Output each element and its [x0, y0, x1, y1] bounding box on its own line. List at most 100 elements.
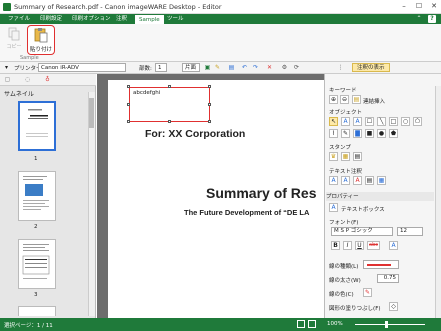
tab-print-options[interactable]: 印刷オプション — [68, 14, 115, 24]
text-link-icon[interactable]: ▦ — [377, 176, 386, 185]
thumbnail-scroll-thumb[interactable] — [89, 98, 94, 128]
resize-handle[interactable] — [208, 85, 211, 88]
duplex-select[interactable]: 片面 — [182, 63, 200, 72]
view-icon[interactable]: ⋮ — [337, 64, 344, 71]
page-setup-icon[interactable]: ▤ — [228, 64, 235, 71]
help-icon[interactable]: ? — [428, 15, 436, 23]
tab-print-settings[interactable]: 印刷設定 — [36, 14, 66, 24]
tab-annotations[interactable]: 注釈 — [112, 14, 131, 24]
toolbar-dropdown-icon[interactable]: ▾ — [3, 64, 10, 71]
maximize-button[interactable]: ☐ — [413, 1, 425, 12]
properties-scrollbar[interactable] — [435, 86, 441, 318]
strikethrough-button[interactable]: abc — [367, 241, 380, 250]
rectangle-tool-icon[interactable]: □ — [389, 117, 398, 126]
font-size-select[interactable]: 12 — [397, 227, 423, 236]
text-note-icon[interactable]: ▤ — [365, 176, 374, 185]
comments-tab-icon[interactable]: ◌ — [24, 76, 31, 83]
resize-handle[interactable] — [208, 103, 211, 106]
callout-tool-icon[interactable]: ☐ — [365, 117, 374, 126]
paste-button[interactable]: 貼り付け — [27, 25, 55, 55]
font-label: フォント(F) — [329, 220, 359, 226]
settings-icon[interactable]: ⚙ — [281, 64, 288, 71]
textbox-tool-icon[interactable]: A — [353, 117, 362, 126]
document-title: Summary of Res — [206, 185, 317, 201]
minimize-button[interactable]: – — [398, 1, 410, 12]
shape-fill-button[interactable]: ◇ — [389, 302, 398, 311]
pen-tool-icon[interactable]: ✎ — [341, 129, 350, 138]
line-tool-icon[interactable]: ╲ — [377, 117, 386, 126]
text-box-content[interactable]: abcdefghi — [133, 90, 160, 96]
line-type-select[interactable] — [363, 260, 399, 269]
undo-icon[interactable]: ↶ — [241, 64, 248, 71]
resize-handle[interactable] — [168, 85, 171, 88]
highlight-tool-icon[interactable]: ▇ — [353, 129, 362, 138]
rotate-icon[interactable]: ⟳ — [293, 64, 300, 71]
text-insert-icon[interactable]: ▤ — [352, 95, 361, 104]
textbox-prop-icon: A — [329, 203, 338, 212]
keyword-tool-icon[interactable]: ⊖ — [340, 95, 349, 104]
zoom-slider-knob[interactable] — [385, 321, 388, 328]
stamp-list-icon[interactable]: ▤ — [353, 152, 362, 161]
text-underline-icon[interactable]: A — [341, 176, 350, 185]
copies-input[interactable]: 1 — [155, 63, 167, 72]
document-page[interactable]: abcdefghi For: XX Corporation Summary of… — [108, 80, 324, 318]
resize-handle[interactable] — [127, 120, 130, 123]
line-width-input[interactable]: 0.75 — [377, 274, 399, 283]
thumbnail-page-2[interactable] — [18, 171, 56, 221]
filled-rect-tool-icon[interactable]: ■ — [365, 129, 374, 138]
underline-button[interactable]: U — [355, 241, 364, 250]
text-annotation-section-title: テキスト注釈 — [329, 169, 362, 175]
print-toolbar: ▾ プリンター: Canon iR-ADV 部数: 1 片面 ▣ ✎ ▤ ↶ ↷… — [0, 62, 441, 74]
font-color-button[interactable]: A — [389, 241, 398, 250]
delete-icon[interactable]: ✕ — [266, 64, 273, 71]
pages-tab-icon[interactable]: ▢ — [4, 76, 11, 83]
thumbnail-page-4[interactable] — [18, 306, 56, 316]
resize-handle[interactable] — [127, 85, 130, 88]
text-insert-button[interactable]: 連結挿入 — [363, 97, 385, 105]
resize-handle[interactable] — [208, 120, 211, 123]
stamp-tool-icon[interactable]: ♛ — [329, 152, 338, 161]
zoom-level: 100% — [327, 321, 343, 327]
close-button[interactable]: ✕ — [428, 1, 440, 12]
text-strike-icon[interactable]: A — [353, 176, 362, 185]
filled-polygon-tool-icon[interactable]: ⬟ — [389, 129, 398, 138]
document-for-line: For: XX Corporation — [145, 128, 246, 140]
resize-handle[interactable] — [127, 103, 130, 106]
keyword-tool-icon[interactable]: ⊕ — [329, 95, 338, 104]
resize-handle[interactable] — [168, 120, 171, 123]
text-highlight-icon[interactable]: A — [329, 176, 338, 185]
pen-icon[interactable]: ✎ — [214, 64, 221, 71]
polygon-tool-icon[interactable]: ⬠ — [413, 117, 422, 126]
bold-button[interactable]: B — [331, 241, 340, 250]
italic-button[interactable]: I — [343, 241, 352, 250]
stamp-image-icon[interactable]: ▦ — [341, 152, 350, 161]
text-tool-icon[interactable]: A — [341, 117, 350, 126]
copy-button[interactable]: コピー — [4, 27, 24, 57]
show-annotations-toggle[interactable]: 注釈の表示 — [352, 63, 390, 72]
printer-select[interactable]: Canon iR-ADV — [38, 63, 126, 72]
thumbnail-page-1[interactable] — [18, 101, 56, 151]
two-page-view-icon[interactable] — [308, 320, 316, 328]
print-icon[interactable]: ▣ — [204, 64, 211, 71]
search-tab-icon[interactable]: ♁ — [44, 76, 51, 83]
properties-panel: キーワード ⊕ ⊖ ▤ 連結挿入 オブジェクト ↖ A A ☐ ╲ □ ○ ⬠ … — [324, 74, 441, 318]
stamp-section-title: スタンプ — [329, 145, 351, 151]
property-section-title: プロパティー — [326, 192, 434, 201]
line-color-label: 線の色(C) — [329, 292, 354, 298]
selected-text-box[interactable]: abcdefghi — [129, 87, 210, 122]
single-page-view-icon[interactable] — [297, 320, 305, 328]
tab-tools[interactable]: ツール — [163, 14, 188, 24]
zoom-slider[interactable] — [355, 324, 425, 325]
line-color-button[interactable]: ✎ — [363, 288, 372, 297]
polyline-tool-icon[interactable]: ⌇ — [329, 129, 338, 138]
collapse-ribbon-icon[interactable]: ⌃ — [415, 15, 423, 23]
font-family-select[interactable]: M S P ゴシック — [331, 227, 393, 236]
tab-file[interactable]: ファイル — [4, 14, 34, 24]
ellipse-tool-icon[interactable]: ○ — [401, 117, 410, 126]
filled-ellipse-tool-icon[interactable]: ● — [377, 129, 386, 138]
thumbnail-page-3[interactable] — [18, 239, 56, 289]
select-tool-icon[interactable]: ↖ — [329, 117, 338, 126]
redo-icon[interactable]: ↷ — [252, 64, 259, 71]
line-width-label: 線の太さ(W) — [329, 278, 361, 284]
tab-sample[interactable]: Sample — [134, 14, 165, 24]
